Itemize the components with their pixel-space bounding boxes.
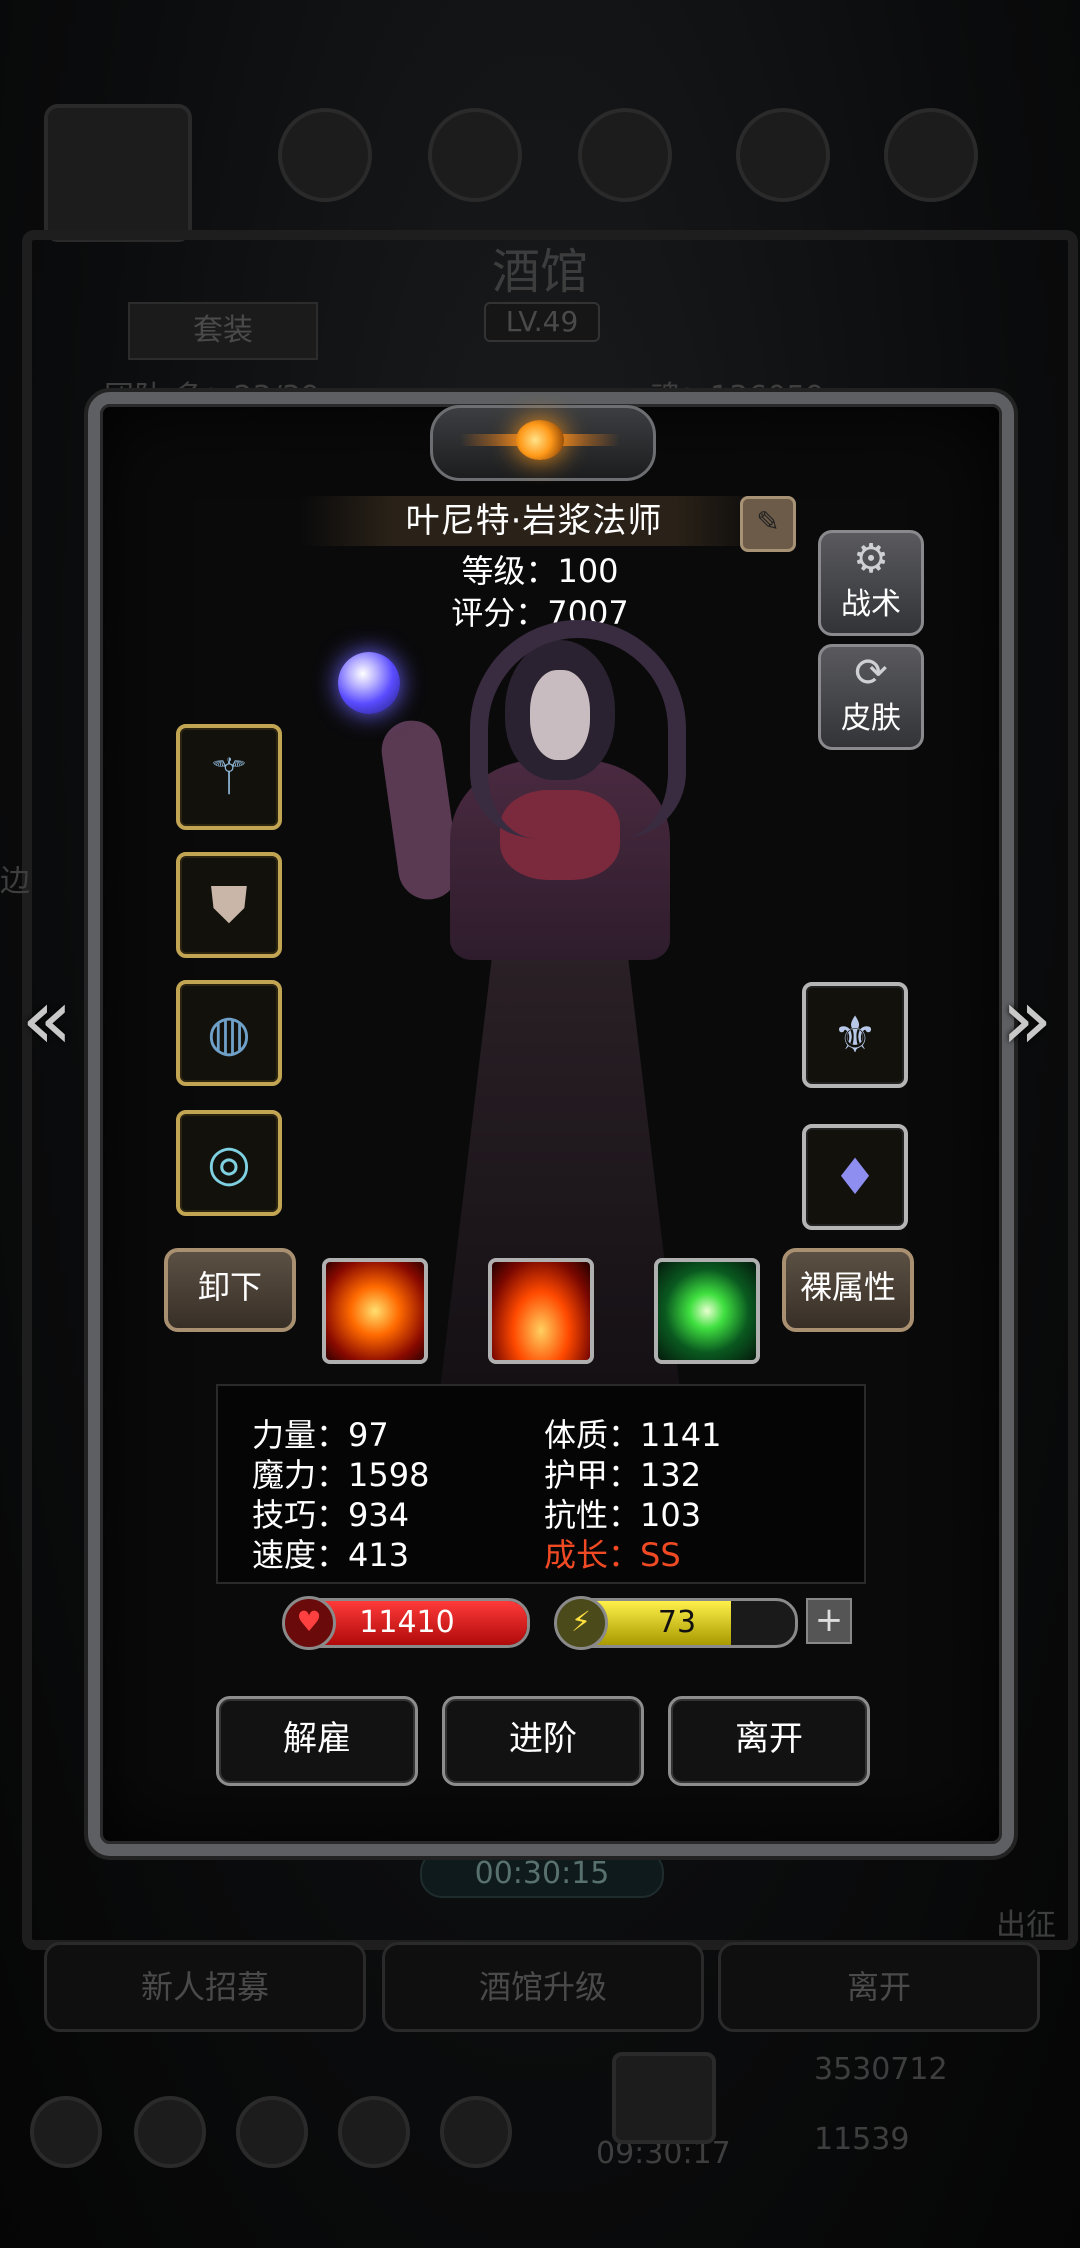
dismiss-button[interactable]: 解雇 [216,1696,418,1786]
leave-button[interactable]: 离开 [668,1696,870,1786]
character-hood-outline [470,620,686,838]
add-energy-button[interactable]: + [806,1598,852,1644]
bg-gold: 3530712 [814,2052,948,2087]
plus-icon: + [814,1600,844,1640]
bg-shortcut-icon [884,108,978,202]
skin-label: 皮肤 [841,701,901,736]
equipment-slot-ring-2[interactable]: ◎ [176,1110,282,1216]
armor-icon: ⛊ [210,876,248,934]
equipment-slot-weapon[interactable]: ⚚ [176,724,282,830]
equipment-slot-ring-1[interactable]: ◍ [176,980,282,1086]
bg-timer: 00:30:15 [420,1850,664,1898]
bg-tab-suit: 套装 [128,302,318,360]
bg-avatar [44,104,192,242]
next-hero-arrow-icon[interactable]: » [992,974,1062,1064]
bg-shortcut-icon [428,108,522,202]
bg-menu-icon [134,2096,206,2168]
unequip-button[interactable]: 卸下 [164,1248,296,1332]
lightning-icon: ⚡ [554,1596,608,1650]
pencil-icon: ✎ [756,505,780,538]
bg-leave-button: 离开 [718,1942,1040,2032]
bg-title: 酒馆 [491,244,588,300]
bg-menu-icon [30,2096,102,2168]
bg-shortcut-icon [736,108,830,202]
necklace-icon: ♦ [832,1148,878,1206]
base-attributes-button[interactable]: 裸属性 [782,1248,914,1332]
tactics-label: 战术 [841,587,901,622]
equipment-slot-armor[interactable]: ⛊ [176,852,282,958]
bg-chest-icon [612,2052,716,2144]
bg-gem: 11539 [814,2122,910,2157]
amulet-icon: ⚜ [832,1006,878,1064]
staff-icon: ⚚ [206,748,252,806]
skin-button[interactable]: ⟳ 皮肤 [818,644,924,750]
moon-emblem-icon [516,420,564,460]
advance-button[interactable]: 进阶 [442,1696,644,1786]
bg-level: LV.49 [484,302,600,342]
shirt-icon: ⟳ [854,650,888,696]
equipment-slot-amulet[interactable]: ⚜ [802,982,908,1088]
heart-icon: ♥ [282,1596,336,1650]
magic-orb-icon [338,652,400,714]
bg-menu-icon [236,2096,308,2168]
fire-burst-icon[interactable] [322,1258,428,1364]
bg-recruit-button: 新人招募 [44,1942,366,2032]
tactics-button[interactable]: ⚙ 战术 [818,530,924,636]
gear-icon: ⚙ [853,536,889,582]
edit-name-button[interactable]: ✎ [740,496,796,552]
bg-upgrade-button: 酒馆升级 [382,1942,704,2032]
green-crystal-icon[interactable] [654,1258,760,1364]
ring-icon: ◎ [207,1134,251,1192]
bg-menu-icon [338,2096,410,2168]
hero-level: 等级：100 [461,552,619,590]
bg-shortcut-icon [278,108,372,202]
bg-menu-icon [440,2096,512,2168]
stat-speed: 速度：413 [252,1536,410,1574]
flame-icon[interactable] [488,1258,594,1364]
hero-name: 叶尼特·岩浆法师 [300,496,768,546]
equipment-slot-necklace[interactable]: ♦ [802,1124,908,1230]
bg-shortcut-icon [578,108,672,202]
bg-side-right: 出征 [996,1908,1056,1943]
stat-growth: 成长：SS [544,1536,681,1574]
bg-side-left: 边 [0,864,30,899]
prev-hero-arrow-icon[interactable]: « [12,974,82,1064]
ring-icon: ◍ [207,1004,251,1062]
